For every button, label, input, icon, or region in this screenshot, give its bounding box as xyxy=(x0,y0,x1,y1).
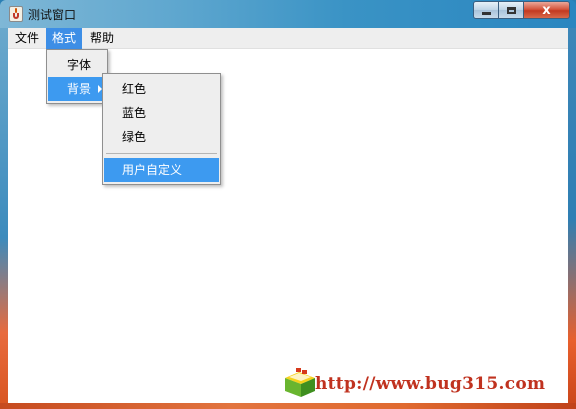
menu-bar: 文件 格式 帮助 xyxy=(8,28,568,49)
menu-file[interactable]: 文件 xyxy=(9,28,45,49)
title-bar[interactable]: 测试窗口 x xyxy=(0,0,576,28)
window-frame-right xyxy=(568,28,576,409)
menu-item-green[interactable]: 绿色 xyxy=(104,125,219,149)
menu-help[interactable]: 帮助 xyxy=(84,28,120,49)
menu-separator xyxy=(106,153,217,154)
minimize-icon xyxy=(481,11,491,15)
content-area[interactable]: 文件 格式 帮助 字体 背景 红色 蓝色 绿色 用户自定义 xyxy=(8,28,568,403)
menu-item-custom[interactable]: 用户自定义 xyxy=(104,158,219,182)
java-app-icon[interactable] xyxy=(9,6,23,22)
minimize-button[interactable] xyxy=(473,1,499,19)
menu-format[interactable]: 格式 xyxy=(46,28,83,49)
app-window: 测试窗口 x 文件 格式 帮助 字体 背景 红色 蓝色 绿色 用户自定义 htt… xyxy=(0,0,576,409)
menu-item-background-label: 背景 xyxy=(67,82,92,96)
watermark-url: http://www.bug315.com xyxy=(315,374,546,394)
window-controls: x xyxy=(473,1,570,20)
menu-item-background[interactable]: 背景 xyxy=(48,77,106,101)
close-button[interactable]: x xyxy=(524,1,570,19)
window-frame-bottom xyxy=(0,403,576,409)
close-icon: x xyxy=(542,2,551,18)
menu-item-red[interactable]: 红色 xyxy=(104,77,219,101)
background-submenu-popup: 红色 蓝色 绿色 用户自定义 xyxy=(102,73,221,185)
window-frame-left xyxy=(0,28,8,409)
maximize-button[interactable] xyxy=(499,1,524,19)
bug315-logo-icon xyxy=(285,368,315,397)
format-menu-popup: 字体 背景 xyxy=(46,49,108,104)
menu-item-font[interactable]: 字体 xyxy=(48,53,106,77)
maximize-icon xyxy=(506,6,516,14)
window-title: 测试窗口 xyxy=(28,8,77,22)
menu-item-blue[interactable]: 蓝色 xyxy=(104,101,219,125)
